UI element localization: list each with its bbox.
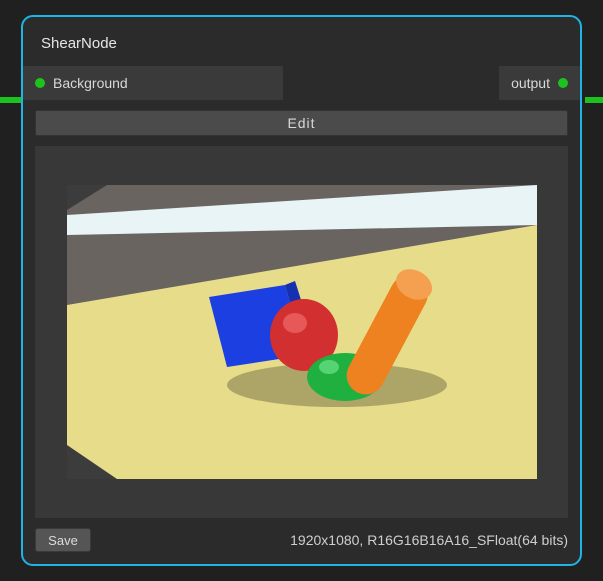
preview-image: [67, 185, 537, 479]
node-title: ShearNode: [23, 17, 580, 66]
edit-button[interactable]: Edit: [35, 110, 568, 136]
preview-frame: [35, 146, 568, 518]
save-button[interactable]: Save: [35, 528, 91, 552]
port-connector-icon[interactable]: [35, 78, 45, 88]
image-info: 1920x1080, R16G16B16A16_SFloat(64 bits): [290, 532, 568, 548]
output-port-label: output: [511, 75, 550, 91]
output-port[interactable]: output: [499, 66, 580, 100]
edit-row: Edit: [35, 110, 568, 136]
input-port-label: Background: [53, 75, 128, 91]
port-row: Background output: [23, 66, 580, 100]
preview-area: [35, 146, 568, 518]
node-footer: Save 1920x1080, R16G16B16A16_SFloat(64 b…: [35, 528, 568, 552]
input-port[interactable]: Background: [23, 66, 283, 100]
output-wire: [585, 97, 603, 103]
port-connector-icon[interactable]: [558, 78, 568, 88]
shear-node: ShearNode Background output Edit: [21, 15, 582, 566]
